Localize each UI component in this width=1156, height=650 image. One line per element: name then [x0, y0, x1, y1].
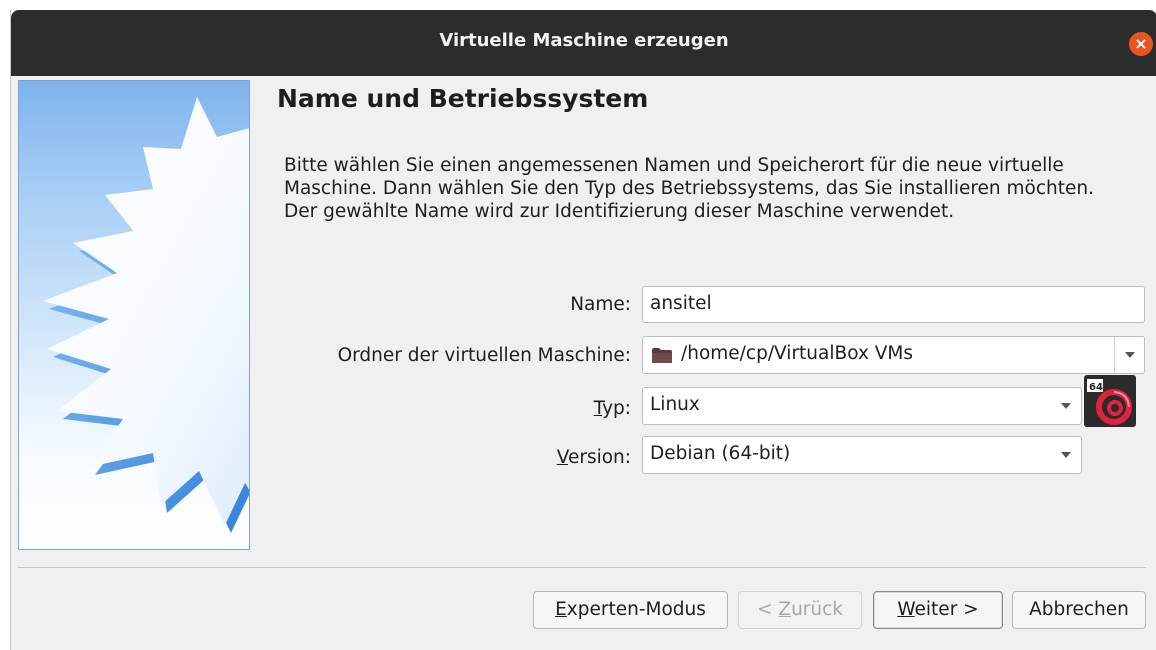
close-icon: × — [1134, 34, 1148, 53]
back-mnemonic: Z — [778, 599, 792, 620]
type-label-rest: yp: — [602, 398, 631, 419]
wizard-starburst-icon — [43, 97, 249, 533]
type-value: Linux — [650, 394, 700, 415]
next-mnemonic: W — [897, 599, 915, 620]
folder-combobox[interactable]: /home/cp/VirtualBox VMs — [642, 336, 1145, 374]
wizard-image — [18, 80, 250, 550]
version-value: Debian (64-bit) — [650, 443, 791, 464]
chevron-down-icon — [1061, 452, 1071, 458]
version-label-mnemonic: V — [556, 447, 568, 468]
expert-mode-button[interactable]: Experten-Modus — [533, 591, 728, 629]
cancel-button[interactable]: Abbrechen — [1012, 591, 1146, 629]
name-input[interactable]: ansitel — [642, 286, 1145, 323]
version-label-rest: ersion: — [567, 447, 631, 468]
page-description: Bitte wählen Sie einen angemessenen Name… — [284, 155, 1095, 222]
expert-rest: xperten-Modus — [566, 599, 706, 620]
type-label-mnemonic: T — [593, 398, 603, 419]
name-label: Name: — [570, 294, 631, 315]
type-select[interactable]: Linux — [642, 387, 1082, 425]
version-label: Version: — [557, 447, 631, 468]
chevron-down-icon[interactable] — [1125, 352, 1135, 358]
page-heading: Name und Betriebssystem — [277, 84, 649, 113]
type-label: Typ: — [594, 398, 631, 419]
name-input-value: ansitel — [650, 293, 712, 314]
back-prefix: < — [756, 599, 779, 620]
folder-dropdown-separator — [1114, 337, 1115, 373]
next-button[interactable]: Weiter > — [873, 591, 1003, 629]
version-select[interactable]: Debian (64-bit) — [642, 436, 1082, 474]
os-icon-badge: 64 — [1089, 382, 1103, 393]
title-bar[interactable]: Virtuelle Maschine erzeugen × — [11, 10, 1156, 76]
folder-value: /home/cp/VirtualBox VMs — [681, 343, 914, 364]
next-rest: eiter > — [914, 599, 979, 620]
chevron-down-icon — [1061, 403, 1071, 409]
back-button[interactable]: < Zurück — [738, 591, 862, 629]
button-divider — [18, 567, 1146, 568]
close-button[interactable]: × — [1129, 32, 1153, 56]
folder-label: Ordner der virtuellen Maschine: — [337, 345, 631, 366]
folder-icon — [652, 348, 672, 363]
debian-os-icon: 64 — [1084, 375, 1136, 427]
expert-mnemonic: E — [555, 599, 567, 620]
back-rest: urück — [791, 599, 844, 620]
window-title: Virtuelle Maschine erzeugen — [439, 30, 729, 51]
